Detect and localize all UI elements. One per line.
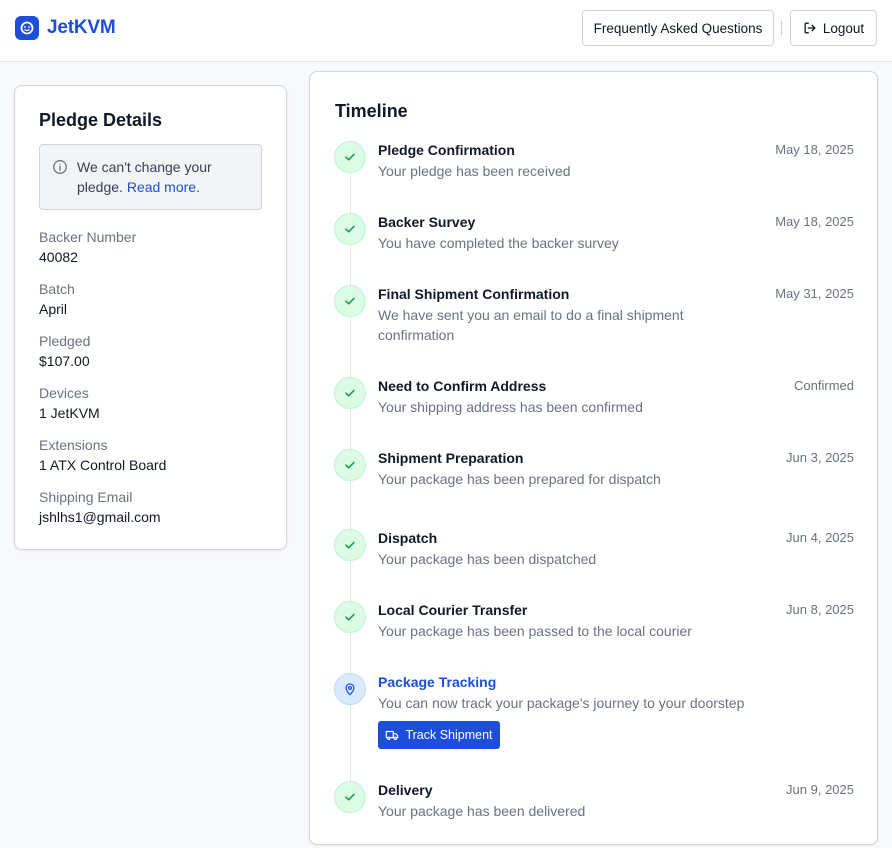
check-icon <box>334 781 366 813</box>
timeline-item-date: May 31, 2025 <box>775 286 854 301</box>
pledge-notice: We can't change your pledge. Read more. <box>39 144 262 210</box>
notice-text: We can't change your pledge. Read more. <box>77 157 257 197</box>
read-more-link[interactable]: Read more <box>127 179 196 195</box>
map-pin-icon <box>334 673 366 705</box>
detail-value: 1 JetKVM <box>39 405 100 421</box>
check-icon <box>334 141 366 173</box>
timeline-item-description: You can now track your package's journey… <box>378 695 745 711</box>
info-icon <box>53 160 67 174</box>
jetkvm-logo[interactable]: JetKVM <box>15 16 116 40</box>
batch: Batch April <box>39 280 75 318</box>
detail-value: jshlhs1@gmail.com <box>39 509 161 525</box>
detail-label: Devices <box>39 385 89 401</box>
detail-label: Pledged <box>39 333 91 349</box>
timeline-item-date: May 18, 2025 <box>775 142 854 157</box>
app-name: JetKVM <box>47 17 116 38</box>
timeline-item-date: Jun 3, 2025 <box>786 450 854 465</box>
logout-label: Logout <box>822 20 865 36</box>
top-header: JetKVM Frequently Asked Questions Logout <box>0 0 892 62</box>
devices: Devices 1 JetKVM <box>39 384 100 422</box>
check-icon <box>334 285 366 317</box>
timeline-item-title: Dispatch <box>378 530 438 546</box>
timeline-item-title: Pledge Confirmation <box>378 142 515 158</box>
timeline-item-date: Jun 9, 2025 <box>786 782 854 797</box>
check-icon <box>334 601 366 633</box>
timeline-item-date: Confirmed <box>794 378 854 393</box>
timeline-item-title: Backer Survey <box>378 214 476 230</box>
track-shipment-label: Track Shipment <box>405 728 493 742</box>
detail-label: Batch <box>39 281 75 297</box>
timeline-item-description: Your shipping address has been confirmed <box>378 399 643 415</box>
timeline-item-description: Your pledge has been received <box>378 163 571 179</box>
timeline-item-title: Package Tracking <box>378 674 497 690</box>
check-icon <box>334 377 366 409</box>
detail-value: $107.00 <box>39 353 90 369</box>
truck-icon <box>386 730 399 741</box>
timeline-item-description: You have completed the backer survey <box>378 235 619 251</box>
timeline-item-description: Your package has been passed to the loca… <box>378 623 692 639</box>
notice-suffix: . <box>196 179 200 195</box>
jetkvm-logo-icon <box>15 16 39 40</box>
timeline-item-description: Your package has been dispatched <box>378 551 597 567</box>
timeline-item-description: Your package has been delivered <box>378 803 586 819</box>
detail-value: 40082 <box>39 249 78 265</box>
detail-value: April <box>39 301 68 317</box>
timeline-item-date: Jun 4, 2025 <box>786 530 854 545</box>
pledge-details-title: Pledge Details <box>39 110 163 130</box>
logout-button[interactable]: Logout <box>790 10 877 46</box>
header-divider <box>781 20 782 36</box>
timeline-item-title: Local Courier Transfer <box>378 602 528 618</box>
faq-button[interactable]: Frequently Asked Questions <box>582 10 774 46</box>
backer-number: Backer Number 40082 <box>39 228 136 266</box>
extensions: Extensions 1 ATX Control Board <box>39 436 166 474</box>
timeline-item-description: Your package has been prepared for dispa… <box>378 471 661 487</box>
timeline-item-title: Shipment Preparation <box>378 450 524 466</box>
pledged-amount: Pledged $107.00 <box>39 332 90 370</box>
check-icon <box>334 213 366 245</box>
timeline-item-date: May 18, 2025 <box>775 214 854 229</box>
track-shipment-button[interactable]: Track Shipment <box>378 721 500 749</box>
timeline-item-description: We have sent you an email to do a final … <box>378 307 684 343</box>
timeline-title: Timeline <box>335 101 408 121</box>
detail-label: Shipping Email <box>39 489 133 505</box>
detail-label: Extensions <box>39 437 108 453</box>
timeline-item-title: Need to Confirm Address <box>378 378 547 394</box>
timeline-item-title: Delivery <box>378 782 433 798</box>
logout-icon <box>804 22 816 34</box>
detail-value: 1 ATX Control Board <box>39 457 167 473</box>
timeline-item-date: Jun 8, 2025 <box>786 602 854 617</box>
timeline-item-title: Final Shipment Confirmation <box>378 286 570 302</box>
detail-label: Backer Number <box>39 229 137 245</box>
pledge-details-card: Pledge Details We can't change your pled… <box>14 85 287 550</box>
shipping-email: Shipping Email jshlhs1@gmail.com <box>39 488 161 526</box>
timeline-card: Timeline Pledge Confirmation Your pledge… <box>309 71 878 845</box>
check-icon <box>334 449 366 481</box>
check-icon <box>334 529 366 561</box>
